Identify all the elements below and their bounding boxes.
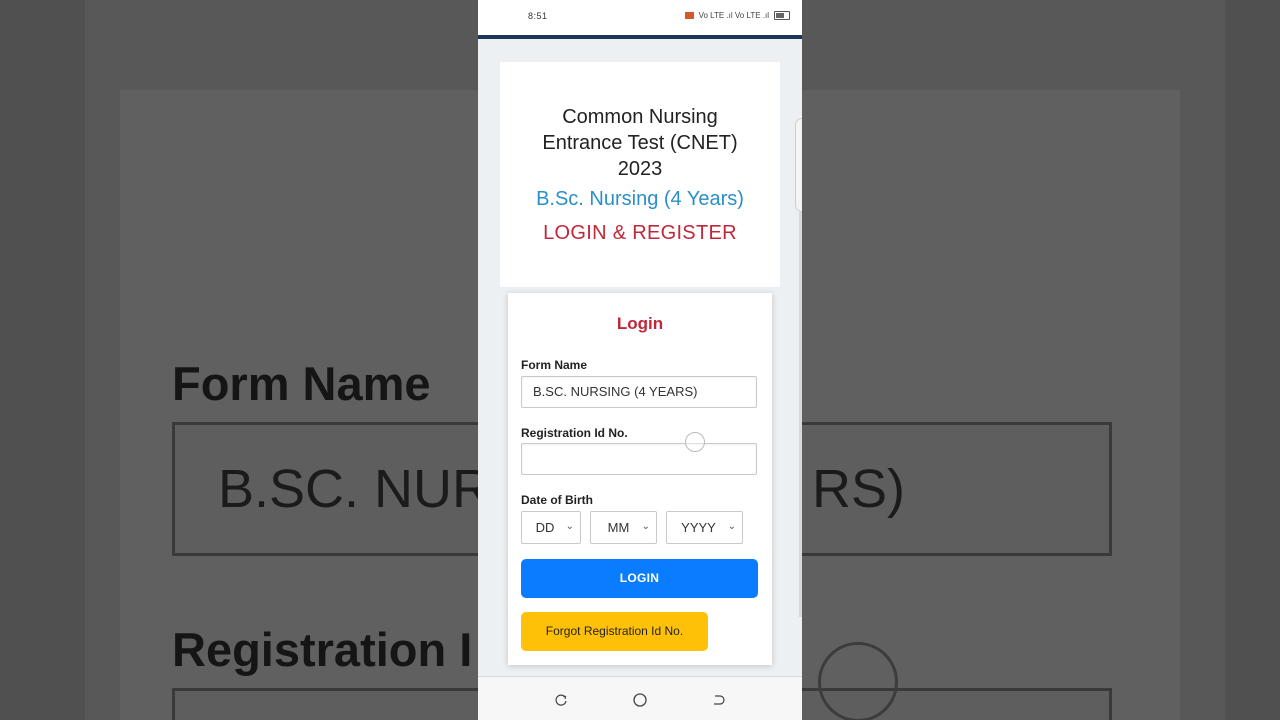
dob-day-value: DD	[535, 520, 555, 535]
registration-id-label: Registration Id No.	[521, 426, 628, 440]
chevron-down-icon: ⌄	[641, 521, 650, 532]
background-form-name-value: B.SC. NUR	[218, 459, 492, 519]
registration-id-input[interactable]	[521, 443, 757, 475]
recent-apps-icon[interactable]	[554, 693, 568, 707]
form-name-field[interactable]: B.SC. NURSING (4 YEARS)	[521, 376, 757, 408]
navigation-bar	[478, 676, 802, 720]
signal-indicators: Vo LTE .ıl Vo LTE .ıl	[698, 11, 769, 20]
dob-month-select[interactable]: MM ⌄	[590, 511, 657, 544]
login-register-heading: LOGIN & REGISTER	[543, 222, 737, 244]
login-card	[508, 293, 772, 665]
background-touch-circle	[818, 642, 898, 720]
dob-month-value: MM	[607, 520, 630, 535]
course-subtitle: B.Sc. Nursing (4 Years)	[536, 188, 744, 210]
cast-icon	[684, 12, 694, 19]
back-icon[interactable]	[711, 693, 725, 707]
status-bar: 8:51 Vo LTE .ıl Vo LTE .ıl	[478, 0, 802, 35]
background-registration-label: Registration I	[172, 623, 473, 676]
chevron-down-icon: ⌄	[727, 521, 736, 532]
forgot-registration-button[interactable]: Forgot Registration Id No.	[521, 612, 708, 651]
login-heading: Login	[616, 314, 664, 333]
home-icon[interactable]	[633, 693, 647, 707]
touch-indicator	[685, 432, 705, 452]
status-indicators: Vo LTE .ıl Vo LTE .ıl	[684, 11, 790, 20]
date-of-birth-label: Date of Birth	[521, 493, 593, 507]
form-name-label: Form Name	[521, 358, 588, 372]
login-button[interactable]: LOGIN	[521, 559, 758, 598]
status-time: 8:51	[528, 11, 548, 21]
page-title: Common Nursing Entrance Test (CNET) 2023	[542, 106, 738, 180]
background-form-name-value-end: RS)	[812, 459, 905, 519]
background-form-name-label: Form Name	[172, 357, 431, 410]
dob-year-value: YYYY	[681, 520, 716, 535]
chevron-down-icon: ⌄	[565, 521, 574, 532]
phone-screen: 8:51 Vo LTE .ıl Vo LTE .ıl Common Nursin…	[478, 0, 802, 720]
scrollbar[interactable]	[799, 147, 802, 617]
dob-day-select[interactable]: DD ⌄	[521, 511, 581, 544]
battery-icon	[774, 11, 790, 20]
dob-year-select[interactable]: YYYY ⌄	[666, 511, 743, 544]
